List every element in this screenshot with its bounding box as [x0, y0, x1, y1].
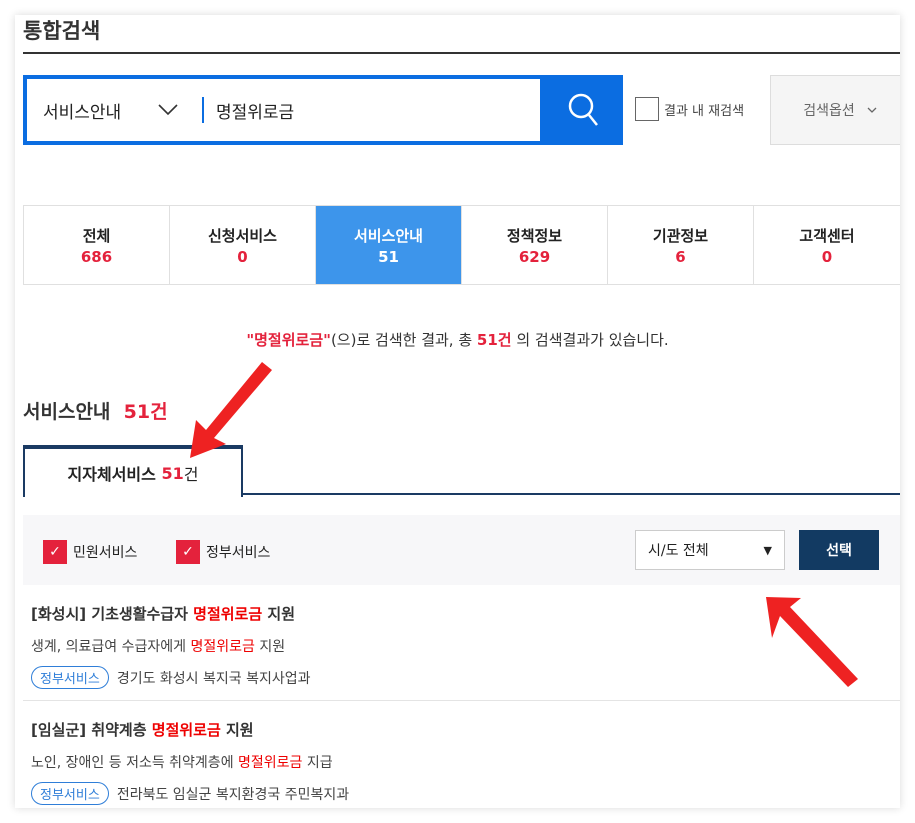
result-item: [화성시] 기초생활수급자 명절위로금 지원 생계, 의료급여 수급자에게 명절…	[23, 603, 900, 689]
result-summary: "명절위로금"(으)로 검색한 결과, 총 51건 의 검색결과가 있습니다.	[15, 329, 900, 350]
region-select[interactable]: 시/도 전체 ▼	[635, 530, 785, 570]
section-title: 서비스안내 51건	[23, 397, 168, 424]
tab-count: 0	[237, 247, 248, 266]
page-title: 통합검색	[23, 19, 101, 43]
tab-label: 고객센터	[799, 226, 855, 245]
government-service-checkbox[interactable]: ✓ 정부서비스	[176, 540, 270, 564]
checkbox-label: 정부서비스	[206, 545, 271, 561]
select-value: 시/도 전체	[648, 543, 709, 559]
tab-local-government-service[interactable]: 지자체서비스 51 건	[23, 445, 243, 497]
tab-count: 51	[378, 247, 399, 266]
result-description: 노인, 장애인 등 저소득 취약계층에 명절위로금 지급	[31, 755, 333, 771]
tab-application-service[interactable]: 신청서비스 0	[170, 206, 316, 284]
result-title[interactable]: [임실군] 취약계층 명절위로금 지원	[31, 719, 900, 740]
tab-count: 0	[821, 247, 833, 266]
research-checkbox[interactable]: 결과 내 재검색	[635, 97, 744, 121]
result-item: [임실군] 취약계층 명절위로금 지원 노인, 장애인 등 저소득 취약계층에 …	[23, 719, 900, 805]
tab-label: 지자체서비스	[67, 465, 156, 484]
tab-label: 서비스안내	[353, 226, 423, 245]
tab-count: 629	[518, 247, 551, 266]
search-page: 통합검색 서비스안내 명절위로금 결과 내 재검색 검색옵션 전체 686 신청서…	[15, 15, 900, 808]
section-count: 51건	[123, 401, 168, 423]
tab-service-guide[interactable]: 서비스안내 51	[316, 206, 462, 284]
select-button[interactable]: 선택	[799, 530, 879, 570]
tab-unit: 건	[183, 465, 199, 484]
chevron-down-icon: ▼	[763, 543, 772, 557]
divider	[202, 97, 204, 123]
checkbox-label: 민원서비스	[73, 545, 138, 561]
research-label: 결과 내 재검색	[664, 103, 745, 119]
search-button[interactable]	[544, 75, 623, 145]
result-organization: 경기도 화성시 복지국 복지사업과	[116, 670, 311, 687]
civil-service-checkbox[interactable]: ✓ 민원서비스	[43, 540, 137, 564]
tab-count: 51	[161, 463, 184, 483]
tab-label: 기관정보	[652, 226, 709, 245]
search-input[interactable]: 명절위로금	[216, 98, 294, 123]
service-type-badge: 정부서비스	[31, 666, 109, 689]
tab-all[interactable]: 전체 686	[24, 206, 170, 284]
chevron-down-icon[interactable]	[158, 104, 178, 116]
summary-text: 의 검색결과가 있습니다.	[511, 331, 669, 349]
result-count: 51건	[476, 331, 512, 349]
checkbox[interactable]	[635, 97, 659, 121]
tab-policy-info[interactable]: 정책정보 629	[462, 206, 608, 284]
tab-count: 6	[675, 247, 686, 266]
tab-customer-center[interactable]: 고객센터 0	[754, 206, 900, 284]
title-divider	[23, 52, 900, 54]
tab-label: 신청서비스	[207, 226, 277, 245]
result-title[interactable]: [화성시] 기초생활수급자 명절위로금 지원	[31, 603, 900, 624]
category-dropdown[interactable]: 서비스안내	[43, 98, 158, 123]
section-label: 서비스안내	[23, 401, 111, 423]
checkmark-icon[interactable]: ✓	[176, 540, 200, 564]
tab-label: 전체	[82, 226, 111, 245]
sub-tabs: 지자체서비스 51 건	[23, 445, 900, 497]
tab-count: 686	[80, 247, 113, 266]
search-icon	[568, 93, 598, 126]
result-divider	[23, 700, 900, 701]
tab-label: 정책정보	[506, 226, 563, 245]
search-options-button[interactable]: 검색옵션	[770, 75, 900, 145]
search-bar: 서비스안내 명절위로금	[23, 75, 623, 145]
result-organization: 전라북도 임실군 복지환경국 주민복지과	[116, 786, 350, 803]
summary-text: (으)로 검색한 결과, 총	[330, 331, 477, 349]
options-label: 검색옵션	[803, 103, 855, 119]
tab-agency-info[interactable]: 기관정보 6	[608, 206, 754, 284]
filter-bar: ✓ 민원서비스 ✓ 정부서비스 시/도 전체 ▼ 선택	[23, 515, 900, 585]
checkmark-icon[interactable]: ✓	[43, 540, 67, 564]
chevron-down-icon	[867, 107, 877, 113]
category-tabs: 전체 686 신청서비스 0 서비스안내 51 정책정보 629 기관정보 6 고객센터 0	[23, 205, 900, 285]
query-highlight: "명절위로금"	[246, 331, 331, 349]
result-description: 생계, 의료급여 수급자에게 명절위로금 지원	[31, 639, 286, 655]
service-type-badge: 정부서비스	[31, 782, 109, 805]
